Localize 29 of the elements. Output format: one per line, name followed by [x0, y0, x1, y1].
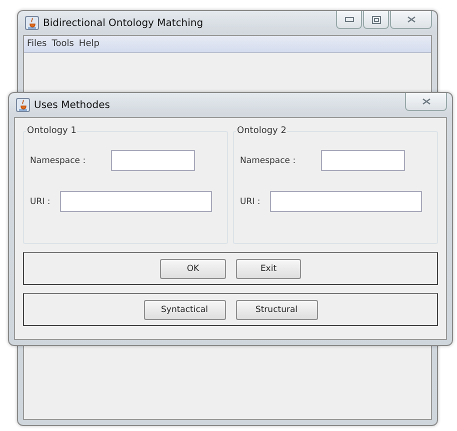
- minimize-button[interactable]: [336, 11, 362, 29]
- namespace-field[interactable]: [111, 150, 195, 171]
- close-icon: [406, 16, 416, 23]
- close-button[interactable]: [405, 93, 447, 111]
- uri-field[interactable]: [270, 191, 422, 212]
- field-label: Namespace :: [240, 156, 297, 166]
- field-label: Namespace :: [30, 156, 87, 166]
- close-icon: [422, 98, 430, 105]
- namespace-field[interactable]: [321, 150, 405, 171]
- group-title: Ontology 2: [236, 126, 288, 136]
- group-title: Ontology 1: [26, 126, 78, 136]
- dialog-title: Uses Methodes: [34, 100, 111, 110]
- exit-button[interactable]: Exit: [236, 258, 301, 278]
- uri-field[interactable]: [60, 191, 212, 212]
- menu-item[interactable]: Tools: [52, 39, 74, 49]
- menu-item[interactable]: Help: [78, 39, 100, 49]
- field-label: URI :: [30, 196, 52, 206]
- java-icon: [16, 98, 30, 112]
- method-button[interactable]: Structural: [236, 300, 318, 320]
- minimize-icon: [344, 17, 354, 22]
- java-icon: [25, 16, 39, 30]
- field-label: URI :: [240, 196, 262, 206]
- maximize-button[interactable]: [363, 11, 389, 29]
- method-button[interactable]: Syntactical: [144, 300, 226, 320]
- window-title: Bidirectional Ontology Matching: [43, 18, 204, 28]
- maximize-icon: [372, 16, 380, 24]
- close-button[interactable]: [390, 11, 432, 29]
- ok-button[interactable]: OK: [160, 258, 226, 278]
- menu-item[interactable]: Files: [27, 39, 47, 49]
